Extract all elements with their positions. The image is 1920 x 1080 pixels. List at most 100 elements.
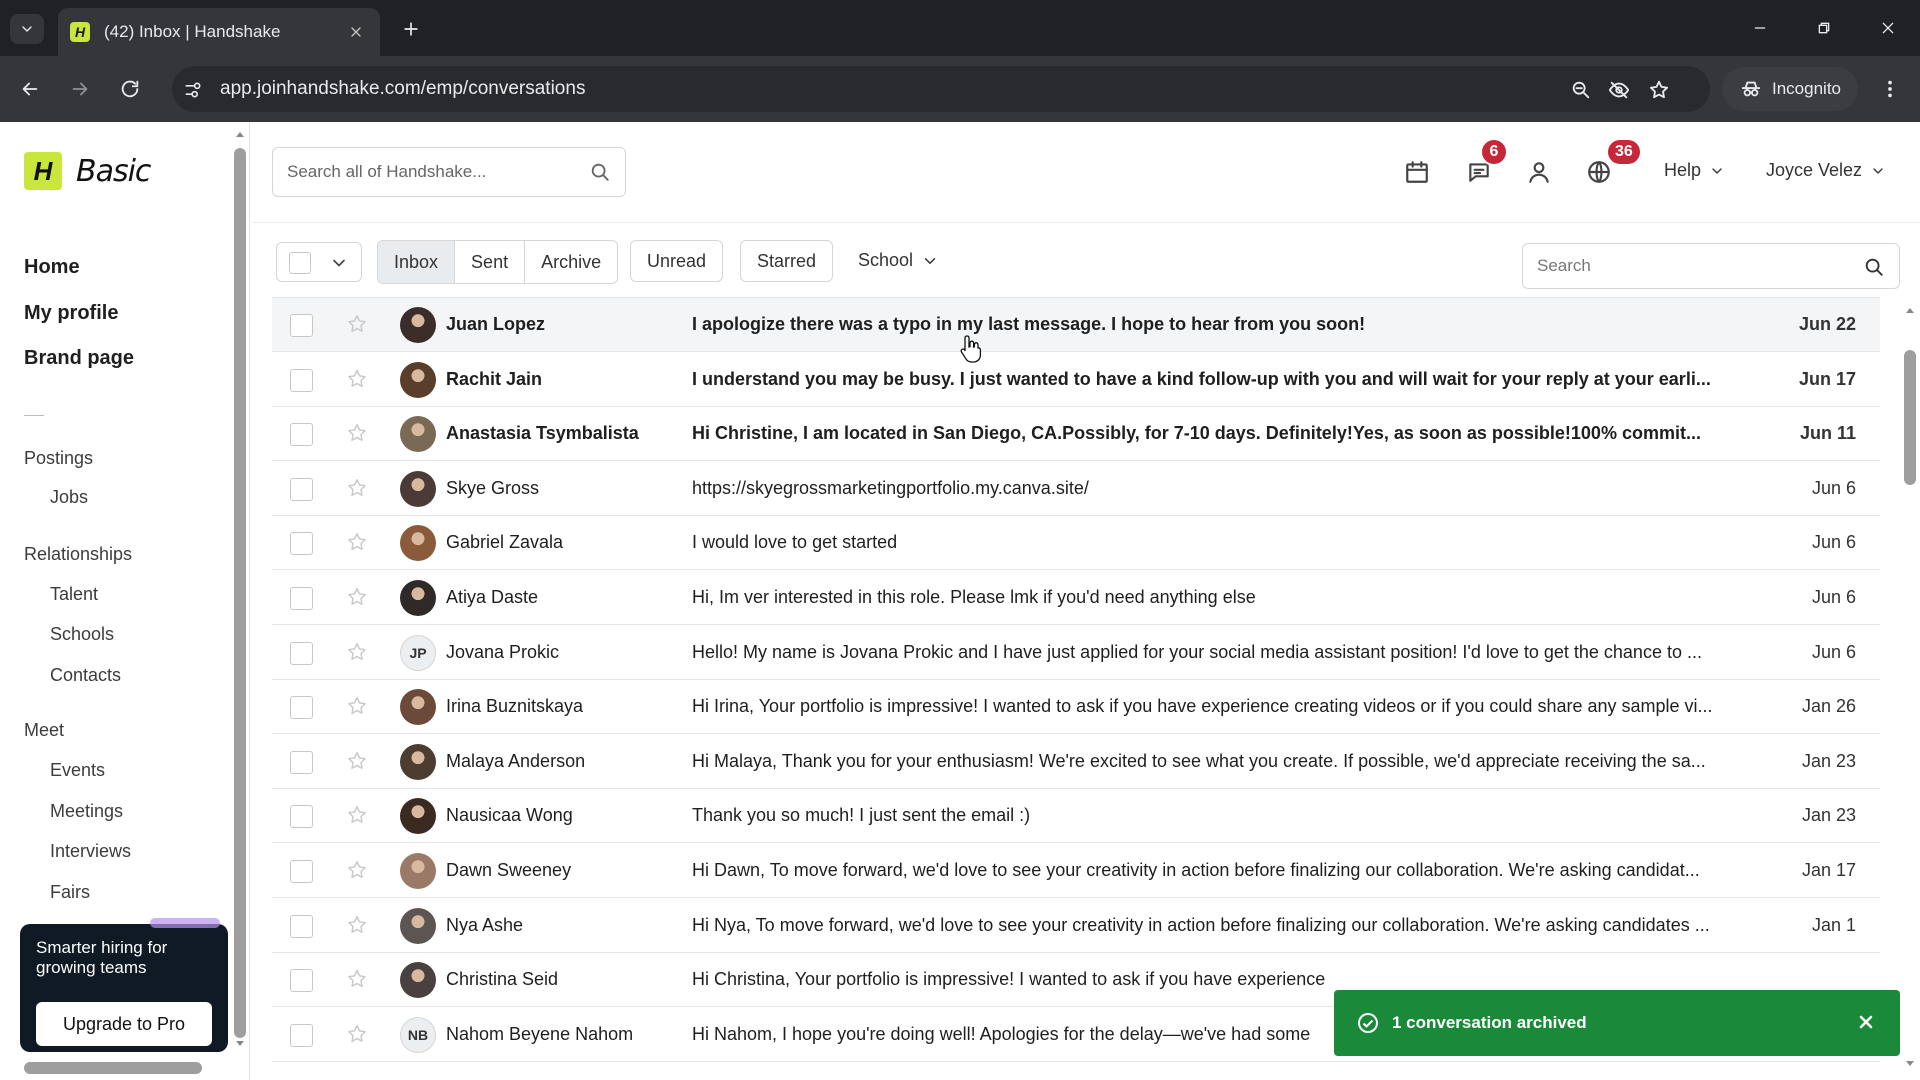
row-checkbox[interactable] [290, 478, 313, 501]
row-checkbox[interactable] [290, 969, 313, 992]
star-icon[interactable] [346, 914, 368, 936]
list-scrollbar-thumb[interactable] [1904, 350, 1916, 485]
calendar-button[interactable] [1402, 157, 1432, 187]
sidebar-section-postings[interactable]: Postings [24, 448, 93, 469]
tab-search-button[interactable] [10, 14, 44, 44]
minimize-button[interactable] [1740, 12, 1780, 44]
table-row[interactable]: Nausicaa Wong Thank you so much! I just s… [272, 789, 1880, 843]
message-preview[interactable]: Hi Dawn, To move forward, we'd love to s… [692, 860, 1732, 881]
address-bar[interactable]: app.joinhandshake.com/emp/conversations [172, 66, 1710, 112]
row-checkbox[interactable] [290, 915, 313, 938]
contact-name[interactable]: Anastasia Tsymbalista [446, 423, 639, 444]
site-info-icon[interactable] [180, 77, 206, 103]
back-button[interactable] [14, 73, 46, 105]
scroll-down-arrow-icon[interactable] [1905, 1058, 1915, 1068]
contact-name[interactable]: Nya Ashe [446, 915, 523, 936]
contact-name[interactable]: Malaya Anderson [446, 751, 585, 772]
table-row[interactable]: Anastasia Tsymbalista Hi Christine, I am … [272, 407, 1880, 461]
row-checkbox[interactable] [290, 1024, 313, 1047]
reload-button[interactable] [114, 73, 146, 105]
star-icon[interactable] [346, 968, 368, 990]
message-preview[interactable]: I understand you may be busy. I just wan… [692, 369, 1732, 390]
star-icon[interactable] [346, 641, 368, 663]
global-search-input[interactable]: Search all of Handshake... [272, 147, 626, 197]
zoom-icon[interactable] [1568, 77, 1594, 103]
star-icon[interactable] [346, 531, 368, 553]
message-preview[interactable]: Hi Malaya, Thank you for your enthusiasm… [692, 751, 1732, 772]
sidebar-item-events[interactable]: Events [50, 760, 105, 781]
contact-name[interactable]: Nausicaa Wong [446, 805, 573, 826]
sidebar-item-contacts[interactable]: Contacts [50, 665, 121, 686]
contact-name[interactable]: Christina Seid [446, 969, 558, 990]
upgrade-to-pro-button[interactable]: Upgrade to Pro [36, 1002, 212, 1046]
message-preview[interactable]: Hi Christina, Your portfolio is impressi… [692, 969, 1732, 990]
brand-logo[interactable]: H Basic [24, 152, 151, 190]
row-checkbox[interactable] [290, 696, 313, 719]
row-checkbox[interactable] [290, 587, 313, 610]
sidebar-item-fairs[interactable]: Fairs [50, 882, 90, 903]
message-preview[interactable]: Thank you so much! I just sent the email… [692, 805, 1732, 826]
contact-name[interactable]: Juan Lopez [446, 314, 545, 335]
browser-menu-button[interactable] [1874, 73, 1906, 105]
sidebar-horizontal-scrollbar[interactable] [24, 1062, 202, 1074]
sidebar-section-relationships[interactable]: Relationships [24, 544, 132, 565]
sidebar-item-my-profile[interactable]: My profile [24, 302, 118, 325]
profile-button[interactable] [1524, 157, 1554, 187]
row-checkbox[interactable] [290, 369, 313, 392]
incognito-indicator[interactable]: Incognito [1722, 67, 1858, 111]
help-menu[interactable]: Help [1664, 160, 1725, 181]
message-preview[interactable]: Hi Christine, I am located in San Diego,… [692, 423, 1732, 444]
star-icon[interactable] [346, 859, 368, 881]
tab-sent[interactable]: Sent [455, 241, 526, 283]
new-tab-button[interactable] [396, 14, 426, 44]
scroll-up-arrow-icon[interactable] [235, 130, 245, 140]
row-checkbox[interactable] [290, 860, 313, 883]
star-icon[interactable] [346, 804, 368, 826]
message-preview[interactable]: Hello! My name is Jovana Prokic and I ha… [692, 642, 1732, 663]
select-all-checkbox[interactable] [289, 252, 311, 274]
star-icon[interactable] [346, 368, 368, 390]
sidebar-item-talent[interactable]: Talent [50, 584, 98, 605]
star-icon[interactable] [346, 1023, 368, 1045]
contact-name[interactable]: Rachit Jain [446, 369, 542, 390]
sidebar-item-home[interactable]: Home [24, 256, 80, 279]
contact-name[interactable]: Atiya Daste [446, 587, 538, 608]
bulk-select-dropdown[interactable] [276, 242, 362, 282]
sidebar-scrollbar-thumb[interactable] [234, 148, 246, 1038]
row-checkbox[interactable] [290, 751, 313, 774]
row-checkbox[interactable] [290, 423, 313, 446]
contact-name[interactable]: Gabriel Zavala [446, 532, 563, 553]
sidebar-item-schools[interactable]: Schools [50, 624, 114, 645]
star-icon[interactable] [346, 477, 368, 499]
row-checkbox[interactable] [290, 805, 313, 828]
restore-button[interactable] [1804, 12, 1844, 44]
star-icon[interactable] [346, 695, 368, 717]
star-icon[interactable] [346, 750, 368, 772]
scroll-down-arrow-icon[interactable] [235, 1038, 245, 1048]
message-preview[interactable]: Hi Irina, Your portfolio is impressive! … [692, 696, 1732, 717]
message-preview[interactable]: https://skyegrossmarketingportfolio.my.c… [692, 478, 1732, 499]
table-row[interactable]: Gabriel Zavala I would love to get starte… [272, 516, 1880, 570]
table-row[interactable]: Skye Gross https://skyegrossmarketingport… [272, 462, 1880, 516]
table-row[interactable]: Atiya Daste Hi, Im ver interested in this… [272, 571, 1880, 625]
message-preview[interactable]: Hi Nya, To move forward, we'd love to se… [692, 915, 1732, 936]
star-icon[interactable] [346, 422, 368, 444]
contact-name[interactable]: Skye Gross [446, 478, 539, 499]
close-window-button[interactable] [1868, 12, 1908, 44]
contact-name[interactable]: Nahom Beyene Nahom [446, 1024, 633, 1045]
user-menu[interactable]: Joyce Velez [1766, 160, 1886, 181]
unread-filter-button[interactable]: Unread [630, 240, 724, 282]
sidebar-section-meet[interactable]: Meet [24, 720, 64, 741]
school-filter-dropdown[interactable]: School [858, 250, 939, 271]
browser-tab-active[interactable]: H (42) Inbox | Handshake [58, 8, 380, 56]
close-icon[interactable] [1856, 1012, 1876, 1032]
sidebar-item-brand-page[interactable]: Brand page [24, 347, 134, 370]
contact-name[interactable]: Jovana Prokic [446, 642, 559, 663]
message-preview[interactable]: Hi, Im ver interested in this role. Plea… [692, 587, 1732, 608]
sidebar-item-interviews[interactable]: Interviews [50, 841, 131, 862]
star-icon[interactable] [346, 313, 368, 335]
table-row[interactable]: Malaya Anderson Hi Malaya, Thank you for … [272, 735, 1880, 789]
search-icon[interactable] [589, 161, 611, 183]
tab-inbox[interactable]: Inbox [378, 241, 456, 283]
table-row[interactable]: JP Jovana Prokic Hello! My name is Jovana … [272, 626, 1880, 680]
